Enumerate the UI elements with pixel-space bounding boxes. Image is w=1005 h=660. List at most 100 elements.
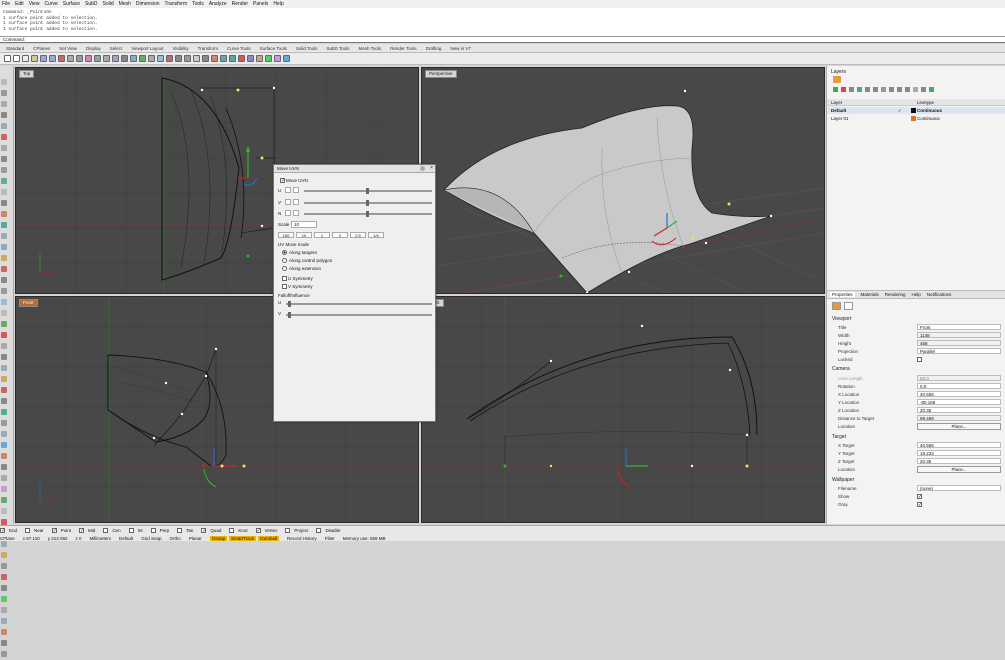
toolbar-tab[interactable]: Select (110, 46, 123, 51)
menu-subd[interactable]: SubD (85, 1, 98, 7)
scale-field[interactable]: 10 (291, 221, 317, 228)
tool-icon[interactable] (1, 420, 7, 426)
tool-icon[interactable] (1, 651, 7, 657)
toolbar-tool-icon[interactable] (148, 55, 155, 62)
toolbar-tab[interactable]: SubD Tools (327, 46, 350, 51)
current-layer[interactable]: Default (119, 536, 133, 541)
osnap-vertex-checkbox[interactable]: Vertex (255, 528, 282, 533)
target-place-button[interactable]: Place... (917, 466, 1001, 473)
mode-along-extension[interactable]: Along extension (282, 266, 321, 272)
osnap-point-checkbox[interactable]: Point (51, 528, 75, 533)
layer-tool-icon[interactable] (889, 87, 894, 92)
toolbar-tab[interactable]: Surface Tools (260, 46, 287, 51)
layer-tool-icon[interactable] (873, 87, 878, 92)
tool-icon[interactable] (1, 354, 7, 360)
toolbar-tool-icon[interactable] (85, 55, 92, 62)
tool-icon[interactable] (1, 310, 7, 316)
layer-tool-icon[interactable] (905, 87, 910, 92)
tool-icon[interactable] (1, 387, 7, 393)
toolbar-tool-icon[interactable] (238, 55, 245, 62)
toolbar-tool-icon[interactable] (193, 55, 200, 62)
toolbar-tool-icon[interactable] (175, 55, 182, 62)
tool-icon[interactable] (1, 607, 7, 613)
layer-tool-icon[interactable] (857, 87, 862, 92)
tool-icon[interactable] (1, 222, 7, 228)
planar-toggle[interactable]: Planar (189, 536, 202, 541)
u-symmetry-checkbox[interactable]: U Symmetry (282, 276, 313, 282)
viewport-top-label[interactable]: Top (19, 70, 35, 78)
tool-icon[interactable] (1, 200, 7, 206)
multiplier-button[interactable]: 100 (278, 232, 294, 238)
toolbar-tool-icon[interactable] (220, 55, 227, 62)
rotation-field[interactable]: 0.0 (917, 383, 1001, 389)
toolbar-tab[interactable]: Solid Tools (296, 46, 318, 51)
toolbar-tool-icon[interactable] (13, 55, 20, 62)
toolbar-tool-icon[interactable] (76, 55, 83, 62)
osnap-int-checkbox[interactable]: Int (128, 528, 147, 533)
filter-toggle[interactable]: Filter (325, 536, 335, 541)
toolbar-tab[interactable]: Drafting (426, 46, 442, 51)
toolbar-tool-icon[interactable] (274, 55, 281, 62)
units-label[interactable]: Millimeters (90, 536, 112, 541)
ortho-toggle[interactable]: Ortho (170, 536, 181, 541)
menu-render[interactable]: Render (232, 1, 248, 7)
toolbar-tool-icon[interactable] (211, 55, 218, 62)
wallpaper-show-checkbox[interactable] (917, 494, 922, 499)
tool-icon[interactable] (1, 244, 7, 250)
tool-icon[interactable] (1, 90, 7, 96)
osnap-perp-checkbox[interactable]: Perp (150, 528, 174, 533)
multiplier-button[interactable]: 10 (296, 232, 312, 238)
tool-icon[interactable] (1, 123, 7, 129)
multiplier-button[interactable]: 2.5 (350, 232, 366, 238)
menu-panels[interactable]: Panels (253, 1, 268, 7)
layer-tool-icon[interactable] (865, 87, 870, 92)
camera-place-button[interactable]: Place... (917, 423, 1001, 430)
tool-icon[interactable] (1, 453, 7, 459)
close-icon[interactable]: × (430, 165, 433, 171)
tool-icon[interactable] (1, 409, 7, 415)
toolbar-tool-icon[interactable] (256, 55, 263, 62)
tool-icon[interactable] (1, 596, 7, 602)
tool-icon[interactable] (1, 277, 7, 283)
osnap-project-checkbox[interactable]: Project (285, 528, 312, 533)
layer-tool-icon[interactable] (881, 87, 886, 92)
y-target-field[interactable]: 19.233 (917, 450, 1001, 456)
osnap-near-checkbox[interactable]: Near (25, 528, 48, 533)
tool-icon[interactable] (1, 299, 7, 305)
tool-icon[interactable] (1, 112, 7, 118)
viewport-perspective[interactable]: Perspective (421, 67, 825, 294)
toolbar-tab[interactable]: Display (86, 46, 101, 51)
tool-icon[interactable] (1, 332, 7, 338)
tool-icon[interactable] (1, 321, 7, 327)
tool-icon[interactable] (1, 497, 7, 503)
settings-icon[interactable] (420, 166, 425, 171)
viewport-right[interactable]: Right (421, 296, 825, 523)
tool-icon[interactable] (1, 618, 7, 624)
tool-icon[interactable] (1, 167, 7, 173)
n-slider[interactable] (304, 211, 432, 217)
layer-tool-icon[interactable] (833, 87, 838, 92)
camera-icon[interactable] (832, 302, 841, 310)
gumball-toggle[interactable]: Gumball (258, 536, 279, 541)
tool-icon[interactable] (1, 156, 7, 162)
tool-icon[interactable] (1, 145, 7, 151)
tool-icon[interactable] (1, 189, 7, 195)
new-layer-icon[interactable] (833, 76, 841, 83)
layer-row-default[interactable]: Default ✓ Continuous (827, 107, 1005, 114)
tool-icon[interactable] (1, 629, 7, 635)
smarttrack-toggle[interactable]: SmartTrack (229, 536, 257, 541)
u-minus-button[interactable] (285, 187, 291, 193)
toolbar-tool-icon[interactable] (139, 55, 146, 62)
tool-icon[interactable] (1, 178, 7, 184)
toolbar-tool-icon[interactable] (130, 55, 137, 62)
layer-color-swatch[interactable] (911, 108, 916, 113)
menu-solid[interactable]: Solid (103, 1, 114, 7)
toolbar-tab[interactable]: Set View (59, 46, 77, 51)
tool-icon[interactable] (1, 134, 7, 140)
y-location-field[interactable]: -80.169 (917, 399, 1001, 405)
toolbar-tab[interactable]: Mesh Tools (358, 46, 381, 51)
n-minus-button[interactable] (285, 210, 291, 216)
menu-dimension[interactable]: Dimension (136, 1, 160, 7)
tab-help[interactable]: Help (912, 292, 921, 297)
toolbar-tool-icon[interactable] (166, 55, 173, 62)
